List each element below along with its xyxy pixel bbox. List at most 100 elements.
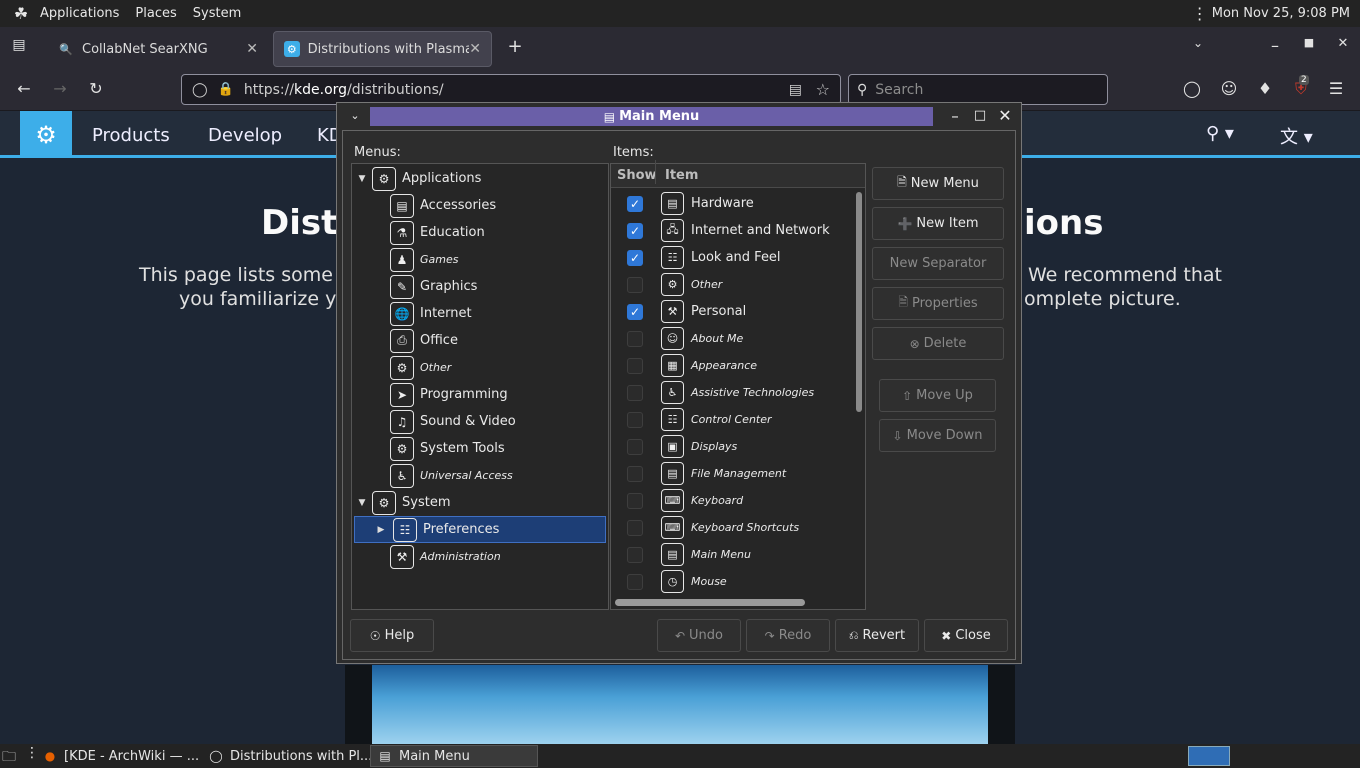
back-icon[interactable]: ← <box>13 79 35 98</box>
item-row[interactable]: ✓ ⚒ Personal <box>611 298 849 325</box>
show-checkbox[interactable] <box>627 520 643 536</box>
nav-products[interactable]: Products <box>92 125 170 146</box>
menus-tree[interactable]: ▼ ⚙ Applications ▤ Accessories ⚗ Education ♟ Gam… <box>351 163 609 610</box>
item-row[interactable]: ⚙ Other <box>611 271 849 298</box>
menu-tree-item[interactable]: ▼ ⚙ System <box>352 489 608 516</box>
show-checkbox[interactable]: ✓ <box>627 304 643 320</box>
show-checkbox[interactable] <box>627 574 643 590</box>
dialog-maximize-icon[interactable]: □ <box>970 106 990 126</box>
item-row[interactable]: ☷ Control Center <box>611 406 849 433</box>
show-checkbox[interactable] <box>627 358 643 374</box>
show-checkbox[interactable] <box>627 331 643 347</box>
menu-tree-item[interactable]: ✎ Graphics <box>352 273 608 300</box>
nav-develop[interactable]: Develop <box>208 125 282 146</box>
clock[interactable]: Mon Nov 25, 9:08 PM <box>1212 6 1350 21</box>
item-row[interactable]: ✓ ▤ Hardware <box>611 190 849 217</box>
account-icon[interactable]: ☺ <box>1218 79 1240 98</box>
show-desktop-icon[interactable]: 🗀 <box>2 746 16 768</box>
properties-button[interactable]: 🗎 Properties <box>872 287 1004 320</box>
task-main-menu[interactable]: ▤ Main Menu <box>370 745 538 767</box>
gnome-foot-icon[interactable]: ☘ <box>10 3 32 25</box>
lock-icon[interactable]: 🔒 <box>218 82 234 97</box>
reader-view-icon[interactable]: ▤ <box>789 82 802 98</box>
menu-tree-item[interactable]: ⚒ Administration <box>352 543 608 570</box>
panel-system-menu[interactable]: System <box>185 6 249 21</box>
expander-down-icon[interactable]: ▼ <box>356 174 368 184</box>
kde-logo-icon[interactable]: ⚙ <box>20 111 72 158</box>
item-row[interactable]: ✓ 🖧 Internet and Network <box>611 217 849 244</box>
menu-tree-item[interactable]: ▤ Accessories <box>352 192 608 219</box>
panel-places-menu[interactable]: Places <box>127 6 184 21</box>
item-row[interactable]: ▤ File Management <box>611 460 849 487</box>
bookmark-star-icon[interactable]: ☆ <box>816 80 830 99</box>
menu-tree-item[interactable]: ⚙ System Tools <box>352 435 608 462</box>
close-tab-icon[interactable]: ✕ <box>246 41 258 57</box>
help-button[interactable]: ☉ Help <box>350 619 434 652</box>
items-vertical-scrollbar[interactable] <box>856 192 862 412</box>
show-checkbox[interactable] <box>627 277 643 293</box>
item-row[interactable]: ✓ ☷ Look and Feel <box>611 244 849 271</box>
menu-tree-item[interactable]: ➤ Programming <box>352 381 608 408</box>
dialog-title-bar[interactable]: ⌄ ▤ Main Menu – □ ✕ <box>337 103 1021 129</box>
close-button[interactable]: ✖ Close <box>924 619 1008 652</box>
url-bar[interactable]: ◯ 🔒 https://kde.org/distributions/ ▤ ☆ <box>181 74 841 105</box>
close-tab-icon[interactable]: ✕ <box>469 41 481 57</box>
move-down-button[interactable]: ⇩ Move Down <box>879 419 996 452</box>
show-checkbox[interactable] <box>627 412 643 428</box>
move-up-button[interactable]: ⇧ Move Up <box>879 379 996 412</box>
dialog-close-icon[interactable]: ✕ <box>995 106 1015 126</box>
items-horizontal-scrollbar[interactable] <box>615 599 805 606</box>
dialog-minimize-icon[interactable]: – <box>945 106 965 126</box>
item-row[interactable]: ▤ Main Menu <box>611 541 849 568</box>
revert-button[interactable]: ⎌ Revert <box>835 619 919 652</box>
tab-list-icon[interactable]: ▤ <box>8 37 30 53</box>
hamburger-menu-icon[interactable]: ☰ <box>1325 79 1347 98</box>
panel-applications-menu[interactable]: Applications <box>32 6 127 21</box>
task-archwiki[interactable]: ● [KDE - ArchWiki — ... <box>36 745 205 767</box>
new-menu-button[interactable]: 🗎 New Menu <box>872 167 1004 200</box>
menu-tree-item[interactable]: ♟ Games <box>352 246 608 273</box>
item-row[interactable]: ⌨ Keyboard <box>611 487 849 514</box>
show-checkbox[interactable] <box>627 466 643 482</box>
show-checkbox[interactable] <box>627 547 643 563</box>
show-column-header[interactable]: Show <box>617 168 657 183</box>
menu-tree-item[interactable]: ▶ ☷ Preferences <box>354 516 606 543</box>
minimize-window-icon[interactable]: – <box>1264 36 1286 55</box>
menu-tree-item[interactable]: ♫ Sound & Video <box>352 408 608 435</box>
new-item-button[interactable]: ➕ New Item <box>872 207 1004 240</box>
undo-button[interactable]: ↶ Undo <box>657 619 741 652</box>
menu-tree-item[interactable]: ⚗ Education <box>352 219 608 246</box>
menu-tree-item[interactable]: ▼ ⚙ Applications <box>352 165 608 192</box>
kebab-menu-icon[interactable]: ⋮ <box>1192 4 1208 23</box>
forward-icon[interactable]: → <box>49 79 71 98</box>
show-checkbox[interactable]: ✓ <box>627 196 643 212</box>
item-column-header[interactable]: Item <box>665 168 698 183</box>
show-checkbox[interactable] <box>627 439 643 455</box>
close-window-icon[interactable]: ✕ <box>1332 36 1354 51</box>
item-row[interactable]: ☺ About Me <box>611 325 849 352</box>
show-checkbox[interactable]: ✓ <box>627 250 643 266</box>
expander-right-icon[interactable]: ▶ <box>375 525 387 535</box>
menu-tree-item[interactable]: ⚙ Other <box>352 354 608 381</box>
search-bar[interactable]: ⚲ Search <box>848 74 1108 105</box>
menu-tree-item[interactable]: ♿ Universal Access <box>352 462 608 489</box>
workspace-switcher[interactable] <box>1188 746 1230 766</box>
item-row[interactable]: ♿ Assistive Technologies <box>611 379 849 406</box>
list-all-tabs-icon[interactable]: ⌄ <box>1187 36 1209 50</box>
show-checkbox[interactable]: ✓ <box>627 223 643 239</box>
menu-tree-item[interactable]: 🌐 Internet <box>352 300 608 327</box>
reload-icon[interactable]: ↻ <box>85 79 107 98</box>
show-checkbox[interactable] <box>627 385 643 401</box>
window-menu-icon[interactable]: ⌄ <box>345 106 365 126</box>
item-row[interactable]: ▦ Appearance <box>611 352 849 379</box>
item-row[interactable]: ▣ Displays <box>611 433 849 460</box>
task-distributions[interactable]: ◯ Distributions with Pl... <box>202 745 378 767</box>
delete-button[interactable]: ⊗ Delete <box>872 327 1004 360</box>
redo-button[interactable]: ↷ Redo <box>746 619 830 652</box>
language-icon[interactable]: 文 ▾ <box>1280 123 1313 149</box>
show-checkbox[interactable] <box>627 493 643 509</box>
extensions-icon[interactable]: ♦ <box>1254 79 1276 98</box>
pocket-icon[interactable]: ◯ <box>1181 79 1203 98</box>
items-list[interactable]: Show Item ✓ ▤ Hardware ✓ 🖧 Internet and Netwo… <box>610 160 866 610</box>
expander-down-icon[interactable]: ▼ <box>356 498 368 508</box>
